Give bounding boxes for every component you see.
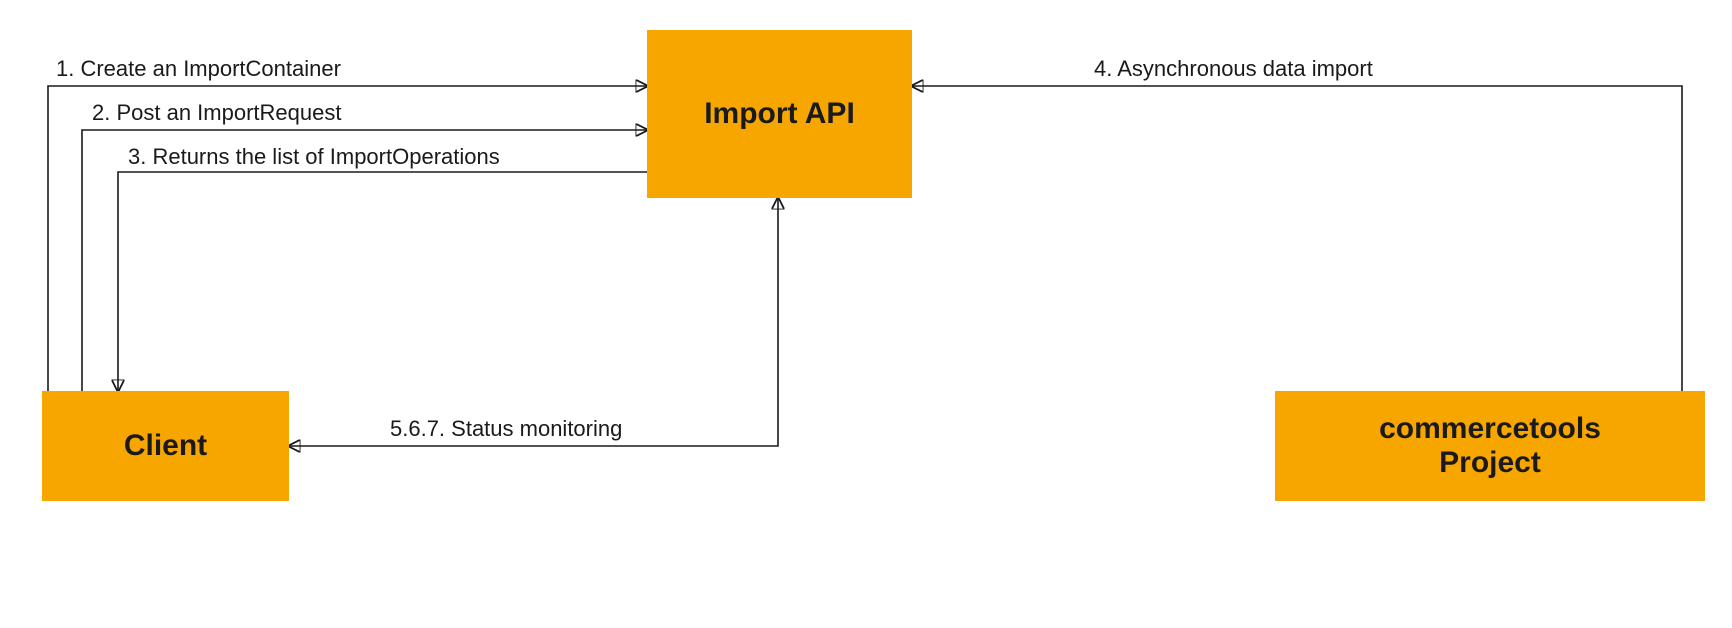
edge-label-step3: 3. Returns the list of ImportOperations <box>128 144 500 170</box>
node-import-api: Import API <box>647 30 912 198</box>
node-client: Client <box>42 391 289 501</box>
edge-label-step567: 5.6.7. Status monitoring <box>390 416 622 442</box>
diagram-canvas: Import API Client commercetools Project … <box>0 0 1732 628</box>
node-import-api-label: Import API <box>704 97 855 132</box>
node-commercetools-project-label: commercetools Project <box>1379 412 1601 481</box>
edge-label-step4: 4. Asynchronous data import <box>1094 56 1373 82</box>
edge-label-step2: 2. Post an ImportRequest <box>92 100 341 126</box>
node-client-label: Client <box>124 429 207 464</box>
node-commercetools-project: commercetools Project <box>1275 391 1705 501</box>
edge-label-step1: 1. Create an ImportContainer <box>56 56 341 82</box>
